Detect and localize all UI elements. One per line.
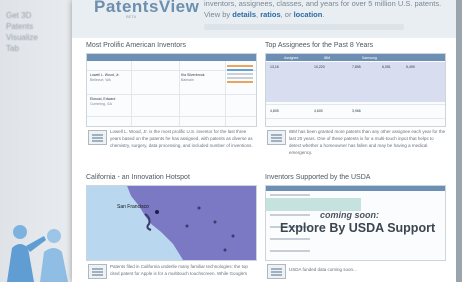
table-row xyxy=(266,104,445,105)
intro-end: . xyxy=(322,10,325,19)
table-icon xyxy=(267,130,286,145)
backdrop-line: Visualize xyxy=(6,33,38,42)
table-header-label: IBM xyxy=(324,55,331,60)
backdrop-line: Get 3D xyxy=(6,11,32,20)
patentsview-page: PatentsView BETA inventors, assignees, c… xyxy=(72,0,456,282)
table-cell: 4,600 xyxy=(314,109,323,113)
section-california: California - an Innovation Hotspot San F… xyxy=(86,174,257,261)
window-edge xyxy=(456,0,462,282)
section-usda: Inventors Supported by the USDA coming s… xyxy=(265,174,446,261)
table-cell: Lowell L. Wood, Jr. xyxy=(90,73,120,77)
site-logo[interactable]: PatentsView xyxy=(94,0,199,17)
ratios-link[interactable]: ratios xyxy=(260,10,280,19)
section-assignees: Top Assignees for the Past 8 Years Assig… xyxy=(265,42,446,127)
table-cell: 10,220 xyxy=(314,65,325,69)
table-color-list xyxy=(227,63,253,93)
table-cell: 4,805 xyxy=(270,109,279,113)
header-stripe xyxy=(204,24,404,30)
coming-soon-label: coming soon: xyxy=(320,210,379,220)
location-link[interactable]: location xyxy=(294,10,323,19)
table-divider xyxy=(225,61,226,126)
california-map-thumbnail[interactable]: San Francisco xyxy=(86,185,257,261)
details-link[interactable]: details xyxy=(232,10,256,19)
table-icon xyxy=(88,264,107,279)
table-icon xyxy=(267,264,286,279)
intro-separator: , or xyxy=(280,10,292,19)
beta-badge: BETA xyxy=(126,14,137,19)
intro-separator: , xyxy=(256,10,259,19)
table-header: Assignee IBM Samsung xyxy=(266,54,445,61)
table-row xyxy=(266,118,445,119)
table-cell: Elwood, Edward xyxy=(90,97,116,101)
city-label: San Francisco xyxy=(117,204,149,210)
table-row xyxy=(87,116,256,117)
section-description: USDA funded data coming soon... xyxy=(289,267,357,272)
section-title[interactable]: Inventors Supported by the USDA xyxy=(265,174,446,181)
people-illustration xyxy=(7,225,68,282)
intro-text: inventors, assignees, classes, and years… xyxy=(204,0,444,20)
table-cell: 3,966 xyxy=(352,109,361,113)
assignees-table-thumbnail[interactable]: Assignee IBM Samsung 13,16 10,220 7,855 … xyxy=(265,53,446,127)
table-cell: Bellevue, WA xyxy=(90,78,111,82)
page-header: PatentsView BETA inventors, assignees, c… xyxy=(72,0,456,38)
coming-soon-overlay: coming soon: Explore By USDA Support xyxy=(266,186,445,260)
table-cell: 6,051 xyxy=(382,65,391,69)
table-header xyxy=(87,54,256,61)
table-row xyxy=(87,94,256,95)
section-title[interactable]: Top Assignees for the Past 8 Years xyxy=(265,42,446,49)
table-header-label: Assignee xyxy=(284,55,299,60)
backdrop-text: Get 3D Patents Visualize Tab xyxy=(6,10,76,54)
table-cell: Balmain xyxy=(181,78,194,82)
inventors-table-thumbnail[interactable]: Lowell L. Wood, Jr. Bellevue, WA Kia Sil… xyxy=(86,53,257,127)
table-header-label: Samsung xyxy=(362,55,377,60)
table-icon xyxy=(88,130,107,145)
section-description: Lowell L. Wood, Jr. is the most prolific… xyxy=(110,129,253,148)
california-map xyxy=(87,186,256,260)
section-title[interactable]: California - an Innovation Hotspot xyxy=(86,174,257,181)
table-cell: 7,855 xyxy=(352,65,361,69)
explore-usda-label: Explore By USDA Support xyxy=(280,221,436,235)
table-cell: 13,16 xyxy=(270,65,279,69)
section-inventors: Most Prolific American Inventors Lowell … xyxy=(86,42,257,127)
table-cell: 5,499 xyxy=(406,65,415,69)
section-description: Patents filed in California underlie man… xyxy=(110,264,248,276)
table-divider xyxy=(179,61,180,126)
table-cell: Kia Silverbrook xyxy=(181,73,205,77)
table-divider xyxy=(131,61,132,126)
backdrop-line: Tab xyxy=(6,44,19,53)
backdrop-line: Patents xyxy=(6,22,34,31)
section-title[interactable]: Most Prolific American Inventors xyxy=(86,42,257,49)
section-description: IBM has been granted more patents than a… xyxy=(289,129,446,155)
usda-thumbnail[interactable]: coming soon: Explore By USDA Support xyxy=(265,185,446,261)
table-cell: Cumming, GA xyxy=(90,102,112,106)
